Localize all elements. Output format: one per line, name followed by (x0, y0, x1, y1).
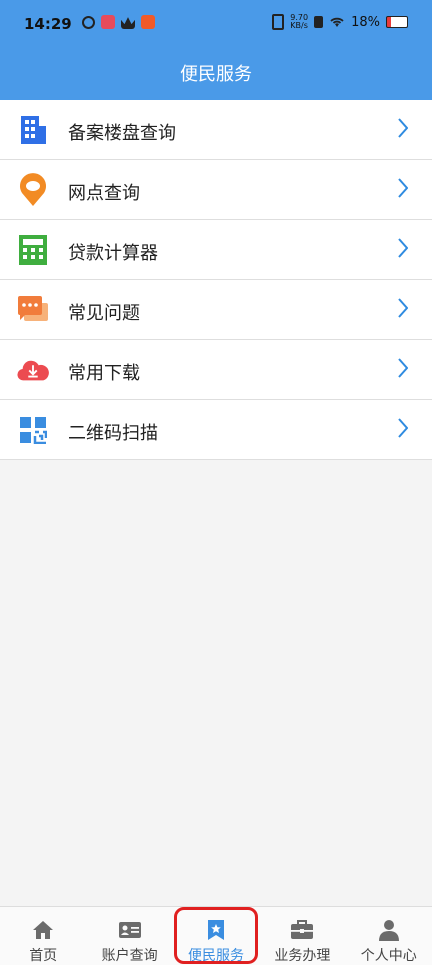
vibrate-icon (272, 14, 285, 30)
tab-personal-center[interactable]: 个人中心 (346, 907, 432, 965)
menu-item-building-query[interactable]: 备案楼盘查询 (0, 100, 432, 160)
tab-home[interactable]: 首页 (0, 907, 86, 965)
calculator-icon (17, 234, 49, 266)
tab-account-query[interactable]: 账户查询 (86, 907, 172, 965)
status-notifications (82, 15, 155, 29)
battery-level: 18% (351, 14, 380, 30)
page-title: 便民服务 (180, 64, 252, 85)
id-card-icon (118, 922, 141, 938)
menu-item-faq[interactable]: 常见问题 (0, 280, 432, 340)
chevron-right-icon (398, 118, 408, 138)
wifi-icon (330, 17, 344, 27)
qr-code-icon (17, 414, 49, 446)
chat-bubbles-icon (17, 294, 49, 326)
location-pin-icon (17, 173, 49, 206)
menu-item-branch-query[interactable]: 网点查询 (0, 160, 432, 220)
network-speed: 9.70 KB/s (290, 13, 309, 30)
sim-icon (314, 16, 324, 28)
menu-item-label: 贷款计算器 (68, 243, 158, 264)
chevron-right-icon (398, 238, 408, 258)
tab-business-handling[interactable]: 业务办理 (259, 907, 345, 965)
menu-item-label: 常用下载 (68, 363, 140, 384)
home-icon (33, 921, 54, 939)
menu-item-loan-calculator[interactable]: 贷款计算器 (0, 220, 432, 280)
menu-item-qr-scan[interactable]: 二维码扫描 (0, 400, 432, 460)
crown-icon (121, 17, 135, 29)
chevron-right-icon (398, 418, 408, 438)
chevron-right-icon (398, 358, 408, 378)
cloud-download-icon (17, 354, 49, 386)
status-system: 9.70 KB/s 18% (272, 14, 408, 30)
tab-label: 首页 (29, 948, 58, 964)
menu-item-common-downloads[interactable]: 常用下载 (0, 340, 432, 400)
building-icon (17, 114, 49, 146)
chevron-right-icon (398, 178, 408, 198)
app-icon (101, 15, 115, 29)
active-tab-highlight (174, 907, 258, 964)
status-time: 14:29 (24, 15, 72, 33)
service-menu: 备案楼盘查询 网点查询 贷款计算器 常见问题 常用下载 二维码扫描 (0, 100, 432, 460)
page-header: 便民服务 (0, 50, 432, 100)
menu-item-label: 二维码扫描 (68, 423, 158, 444)
menu-item-label: 备案楼盘查询 (68, 123, 176, 144)
user-icon (378, 920, 399, 941)
chevron-right-icon (398, 298, 408, 318)
tab-label: 业务办理 (274, 948, 331, 964)
menu-item-label: 常见问题 (68, 303, 140, 324)
menu-item-label: 网点查询 (68, 183, 140, 204)
app-icon (141, 15, 155, 29)
sync-icon (82, 15, 95, 29)
battery-icon (386, 16, 408, 28)
tab-label: 个人中心 (360, 948, 417, 964)
tab-label: 账户查询 (101, 948, 158, 964)
briefcase-icon (291, 920, 314, 939)
status-bar: 14:29 9.70 KB/s 18% (0, 0, 432, 50)
